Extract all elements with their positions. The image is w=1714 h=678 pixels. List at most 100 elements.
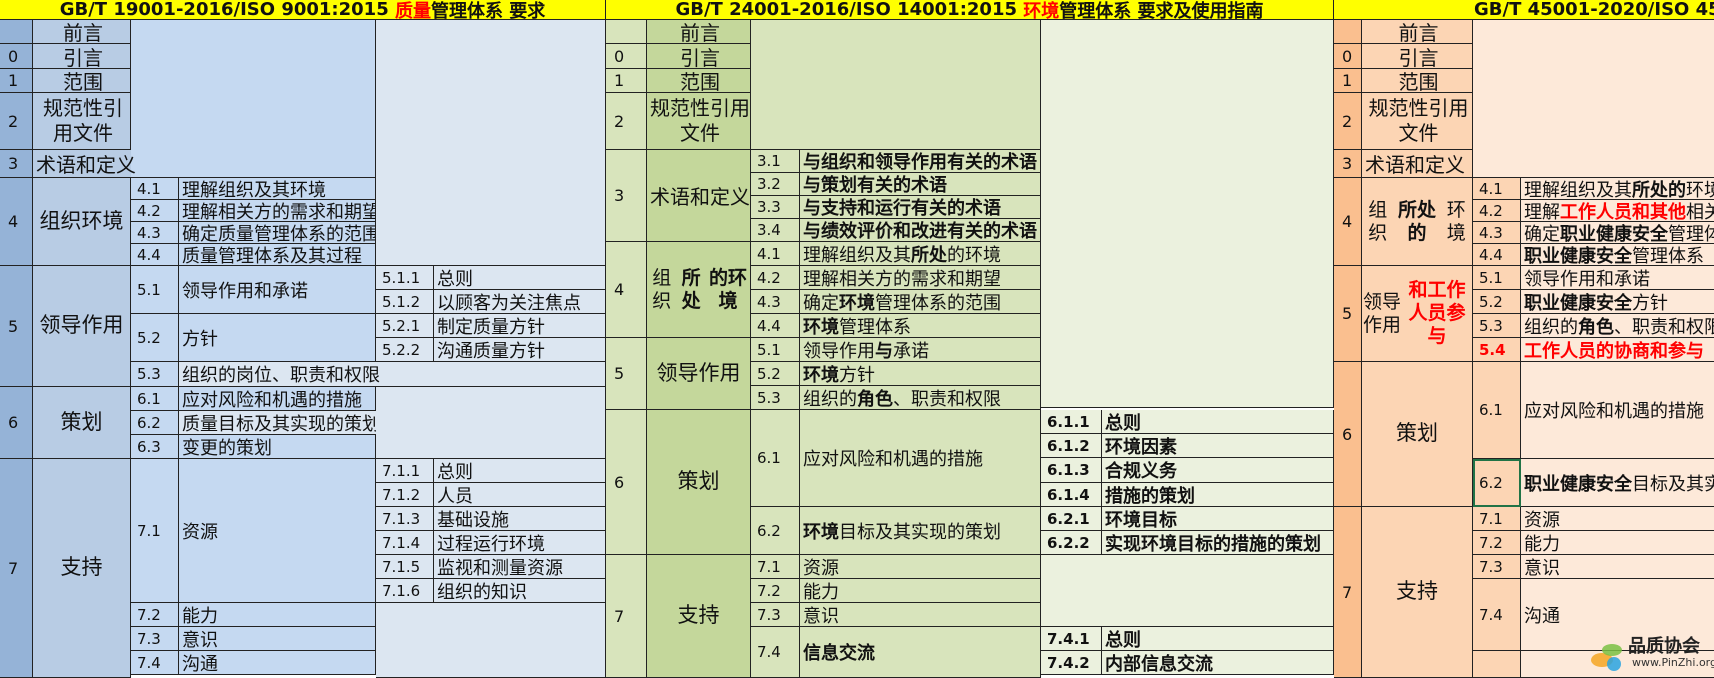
e-7-1[interactable]: 资源 — [800, 555, 1041, 579]
e-6-2-1[interactable]: 环境目标 — [1102, 507, 1334, 531]
e-6-1[interactable]: 应对风险和机遇的措施 — [800, 410, 1041, 507]
e-terms[interactable]: 术语和定义 — [647, 150, 751, 242]
o-7-1-num: 7.1 — [1473, 507, 1521, 531]
e-3-4[interactable]: 与绩效评价和改进有关的术语 — [800, 219, 1041, 242]
q-5-1-1[interactable]: 总则 — [434, 266, 606, 290]
e-7-4-2[interactable]: 内部信息交流 — [1102, 651, 1334, 675]
e-4-4[interactable]: 环境 管理体系 — [800, 314, 1041, 338]
o-front[interactable]: 前言 — [1362, 20, 1473, 44]
o-scope[interactable]: 范围 — [1362, 69, 1473, 93]
q-7-1-1[interactable]: 总则 — [434, 459, 606, 483]
e-4-1[interactable]: 理解组织及其 所处 的环境 — [800, 242, 1041, 266]
q-5-1-2[interactable]: 以顾客为关注焦点 — [434, 290, 606, 314]
q-4-4[interactable]: 质量管理体系及其过程 — [179, 244, 376, 266]
q-normref[interactable]: 规范性引用文件 — [33, 93, 131, 150]
o-5-3[interactable]: 组织的 角色 、职责和权限 — [1521, 314, 1714, 338]
e-planning[interactable]: 策划 — [647, 410, 751, 555]
e-7-3-num: 7.3 — [751, 603, 800, 627]
e-5-3[interactable]: 组织的 角色 、职责和权限 — [800, 386, 1041, 410]
e-front[interactable]: 前言 — [647, 20, 751, 44]
q-4-2[interactable]: 理解相关方的需求和期望 — [179, 200, 376, 222]
o-7-3[interactable]: 意识 — [1521, 555, 1714, 579]
e-support[interactable]: 支持 — [647, 555, 751, 678]
q-planning[interactable]: 策划 — [33, 387, 131, 459]
e-7-4[interactable]: 信息交流 — [800, 627, 1041, 678]
q-scope[interactable]: 范围 — [33, 69, 131, 93]
e-3-3[interactable]: 与支持和运行有关的术语 — [800, 196, 1041, 219]
o-fill-a — [1473, 20, 1714, 178]
e-7-3[interactable]: 意识 — [800, 603, 1041, 627]
q-support[interactable]: 支持 — [33, 459, 131, 678]
e-context-c: 的环境 — [708, 266, 747, 312]
e-4-3[interactable]: 确定 环境 管理体系的范围 — [800, 290, 1041, 314]
o-support[interactable]: 支持 — [1362, 507, 1473, 678]
q-4-1[interactable]: 理解组织及其环境 — [179, 178, 376, 200]
q-7-1-4[interactable]: 过程运行环境 — [434, 531, 606, 555]
o-7-2[interactable]: 能力 — [1521, 531, 1714, 555]
o-5-1[interactable]: 领导作用和承诺 — [1521, 266, 1714, 290]
o-6-2-num[interactable]: 6.2 — [1473, 459, 1521, 507]
e-5-1[interactable]: 领导作用与承诺 — [800, 338, 1041, 362]
e-leadership[interactable]: 领导作用 — [647, 338, 751, 410]
o-5-4[interactable]: 工作人员的协商和参与 — [1521, 338, 1714, 362]
e-3-2[interactable]: 与策划有关的术语 — [800, 173, 1041, 196]
o-intro[interactable]: 引言 — [1362, 44, 1473, 69]
e-6-1-1[interactable]: 总则 — [1102, 410, 1334, 434]
o-7-3-num: 7.3 — [1473, 555, 1521, 579]
o-context[interactable]: 组织 所处的 环境 — [1362, 178, 1473, 266]
o-planning[interactable]: 策划 — [1362, 362, 1473, 507]
q-context[interactable]: 组织环境 — [33, 178, 131, 266]
q-7-1-6[interactable]: 组织的知识 — [434, 579, 606, 603]
q-num-3: 3 — [0, 150, 33, 178]
o-7-5-num — [1473, 651, 1521, 678]
q-7-1-2[interactable]: 人员 — [434, 483, 606, 507]
o-leadership[interactable]: 领导作用 和工作人员参与 — [1362, 266, 1473, 362]
q-terms[interactable]: 术语和定义 — [33, 150, 136, 178]
e-intro[interactable]: 引言 — [647, 44, 751, 69]
q-5-2-1[interactable]: 制定质量方针 — [434, 314, 606, 338]
e-7-2[interactable]: 能力 — [800, 579, 1041, 603]
header-env-post: 管理体系 要求及使用指南 — [1059, 0, 1264, 20]
o-5-2[interactable]: 职业健康安全 方针 — [1521, 290, 1714, 314]
q-7-3[interactable]: 意识 — [179, 627, 376, 651]
q-5-2-2[interactable]: 沟通质量方针 — [434, 338, 606, 362]
e-scope[interactable]: 范围 — [647, 69, 751, 93]
e-6-2[interactable]: 环境 目标及其实现的策划 — [800, 507, 1041, 555]
o-4-4[interactable]: 职业健康安全 管理体系 — [1521, 244, 1714, 266]
q-7-1-6-num: 7.1.6 — [376, 579, 434, 603]
q-5-1[interactable]: 领导作用和承诺 — [179, 266, 376, 314]
q-7-1[interactable]: 资源 — [179, 459, 376, 603]
o-normref[interactable]: 规范性引用文件 — [1362, 93, 1473, 150]
e-3-1[interactable]: 与组织和领导作用有关的术语 — [800, 150, 1041, 173]
o-6-2[interactable]: 职业健康安全目标及其实现 — [1521, 459, 1714, 507]
e-5-2[interactable]: 环境 方针 — [800, 362, 1041, 386]
q-leadership[interactable]: 领导作用 — [33, 266, 131, 387]
q-front[interactable]: 前言 — [33, 20, 131, 44]
q-6-1[interactable]: 应对风险和机遇的措施 — [179, 387, 376, 411]
q-7-1-5[interactable]: 监视和测量资源 — [434, 555, 606, 579]
o-6-1[interactable]: 应对风险和机遇的措施 — [1521, 362, 1714, 459]
o-4-3[interactable]: 确定职业健康安全管理体系 — [1521, 222, 1714, 244]
e-6-1-4[interactable]: 措施的策划 — [1102, 483, 1334, 507]
o-terms[interactable]: 术语和定义 — [1362, 150, 1473, 178]
q-4-3[interactable]: 确定质量管理体系的范围 — [179, 222, 376, 244]
q-intro[interactable]: 引言 — [33, 44, 131, 69]
e-4-2[interactable]: 理解相关方的需求和期望 — [800, 266, 1041, 290]
o-7-1[interactable]: 资源 — [1521, 507, 1714, 531]
e-6-1-2[interactable]: 环境因素 — [1102, 434, 1334, 458]
e-6-1-3[interactable]: 合规义务 — [1102, 458, 1334, 483]
o-6-1-num: 6.1 — [1473, 362, 1521, 459]
e-7-4-1[interactable]: 总则 — [1102, 627, 1334, 651]
e-context[interactable]: 组织 所处 的环境 — [647, 242, 751, 338]
o-4-1-a: 理解组织及其 — [1524, 179, 1632, 200]
q-5-3[interactable]: 组织的岗位、职责和权限 — [179, 362, 606, 387]
o-4-2[interactable]: 理解工作人员和其他相关方 — [1521, 200, 1714, 222]
q-6-3[interactable]: 变更的策划 — [179, 435, 376, 459]
q-7-1-3[interactable]: 基础设施 — [434, 507, 606, 531]
q-7-2[interactable]: 能力 — [179, 603, 376, 627]
q-5-2[interactable]: 方针 — [179, 314, 376, 362]
e-normref[interactable]: 规范性引用文件 — [647, 93, 751, 150]
e-6-2-2[interactable]: 实现环境目标的措施的策划 — [1102, 531, 1334, 555]
q-7-4[interactable]: 沟通 — [179, 651, 376, 675]
o-4-1[interactable]: 理解组织及其所处的环境 — [1521, 178, 1714, 200]
